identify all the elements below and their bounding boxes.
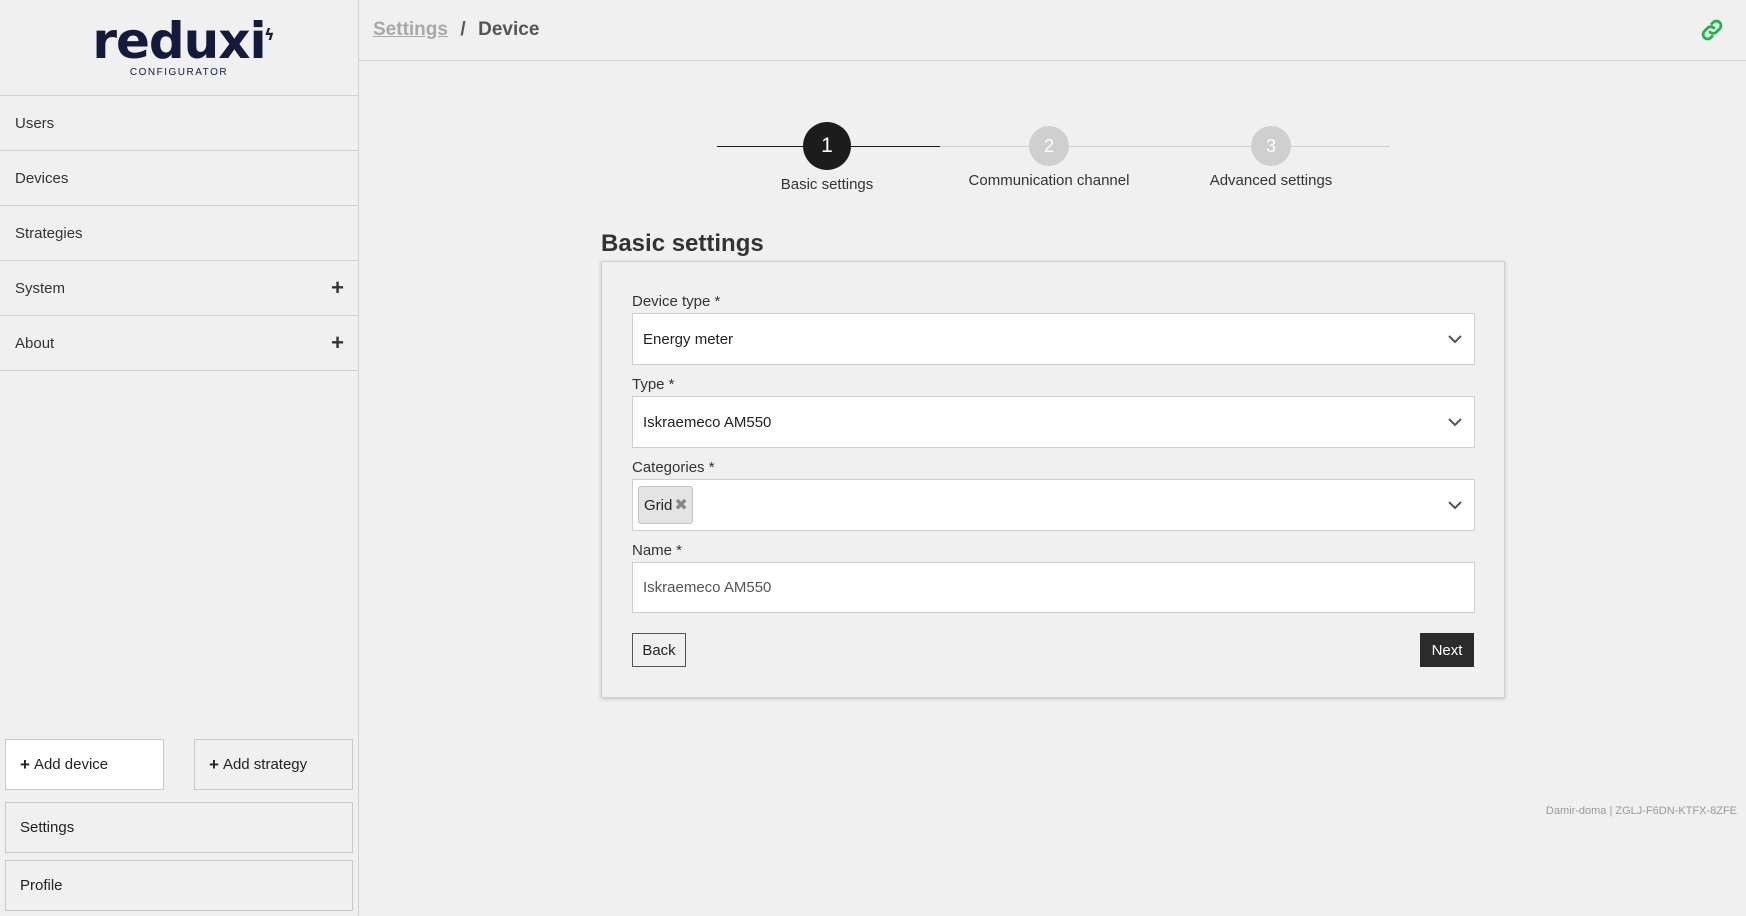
step-advanced-settings[interactable]: 3 Advanced settings: [1171, 122, 1371, 189]
step-label: Communication channel: [968, 172, 1130, 189]
step-label: Basic settings: [780, 176, 874, 193]
name-input[interactable]: [632, 562, 1475, 613]
chevron-down-icon: [1448, 335, 1462, 344]
add-actions: + Add device + Add strategy: [5, 739, 353, 790]
settings-label: Settings: [20, 819, 75, 836]
categories-label: Categories *: [632, 459, 715, 476]
next-button[interactable]: Next: [1420, 633, 1474, 667]
sidebar-item-users[interactable]: Users: [0, 96, 358, 151]
plus-icon: +: [20, 754, 30, 774]
wizard-stepper: 1 Basic settings 2 Communication channel…: [717, 122, 1390, 202]
breadcrumb-current: Device: [478, 19, 540, 40]
header: Settings / Device: [359, 0, 1746, 61]
sidebar: reduxi ϟ CONFIGURATOR Users Devices Stra…: [0, 0, 359, 916]
profile-label: Profile: [20, 877, 63, 894]
step-number: 3: [1251, 126, 1291, 166]
sidebar-item-label: Users: [15, 114, 55, 132]
sidebar-item-label: System: [15, 279, 66, 297]
form-title: Basic settings: [601, 230, 764, 257]
add-device-button[interactable]: + Add device: [5, 739, 164, 790]
basic-settings-card: Device type * Energy meter Type * Iskrae…: [601, 261, 1505, 698]
category-tag: Grid ✖: [638, 486, 693, 524]
type-value: Iskraemeco AM550: [643, 413, 772, 431]
step-number: 2: [1029, 126, 1069, 166]
categories-multiselect[interactable]: Grid ✖: [632, 479, 1475, 531]
category-tag-label: Grid: [644, 496, 673, 514]
breadcrumb: Settings / Device: [373, 19, 539, 41]
plus-icon[interactable]: +: [331, 277, 344, 299]
add-strategy-button[interactable]: + Add strategy: [194, 739, 353, 790]
type-select[interactable]: Iskraemeco AM550: [632, 396, 1475, 448]
profile-button[interactable]: Profile: [5, 860, 353, 911]
step-number: 1: [803, 122, 851, 170]
bolt-icon: ϟ: [264, 25, 275, 44]
sidebar-item-label: Devices: [15, 169, 69, 187]
step-basic-settings[interactable]: 1 Basic settings: [727, 122, 927, 193]
device-type-select[interactable]: Energy meter: [632, 313, 1475, 365]
sidebar-item-about[interactable]: About +: [0, 316, 358, 371]
link-icon[interactable]: [1700, 18, 1724, 42]
add-device-label: Add device: [33, 756, 109, 773]
chevron-down-icon: [1448, 501, 1462, 510]
sidebar-item-label: About: [15, 334, 55, 352]
plus-icon[interactable]: +: [331, 332, 344, 354]
step-communication-channel[interactable]: 2 Communication channel: [949, 122, 1149, 189]
logo[interactable]: reduxi ϟ CONFIGURATOR: [0, 0, 358, 96]
sidebar-item-devices[interactable]: Devices: [0, 151, 358, 206]
sidebar-item-system[interactable]: System +: [0, 261, 358, 316]
sidebar-item-strategies[interactable]: Strategies: [0, 206, 358, 261]
settings-button[interactable]: Settings: [5, 802, 353, 853]
breadcrumb-separator: /: [460, 19, 466, 40]
chevron-down-icon: [1448, 418, 1462, 427]
step-label: Advanced settings: [1209, 172, 1333, 189]
plus-icon: +: [209, 754, 219, 774]
breadcrumb-settings-link[interactable]: Settings: [373, 19, 448, 40]
remove-tag-icon[interactable]: ✖: [674, 495, 687, 515]
type-label: Type *: [632, 376, 675, 393]
device-info: Damir-doma | ZGLJ-F6DN-KTFX-8ZFE: [1545, 805, 1737, 817]
back-button[interactable]: Back: [632, 633, 686, 667]
device-type-value: Energy meter: [643, 330, 734, 348]
logo-wordmark: reduxi: [92, 12, 266, 70]
sidebar-item-label: Strategies: [15, 224, 83, 242]
add-strategy-label: Add strategy: [222, 756, 308, 773]
device-type-label: Device type *: [632, 293, 721, 310]
name-label: Name *: [632, 542, 683, 559]
